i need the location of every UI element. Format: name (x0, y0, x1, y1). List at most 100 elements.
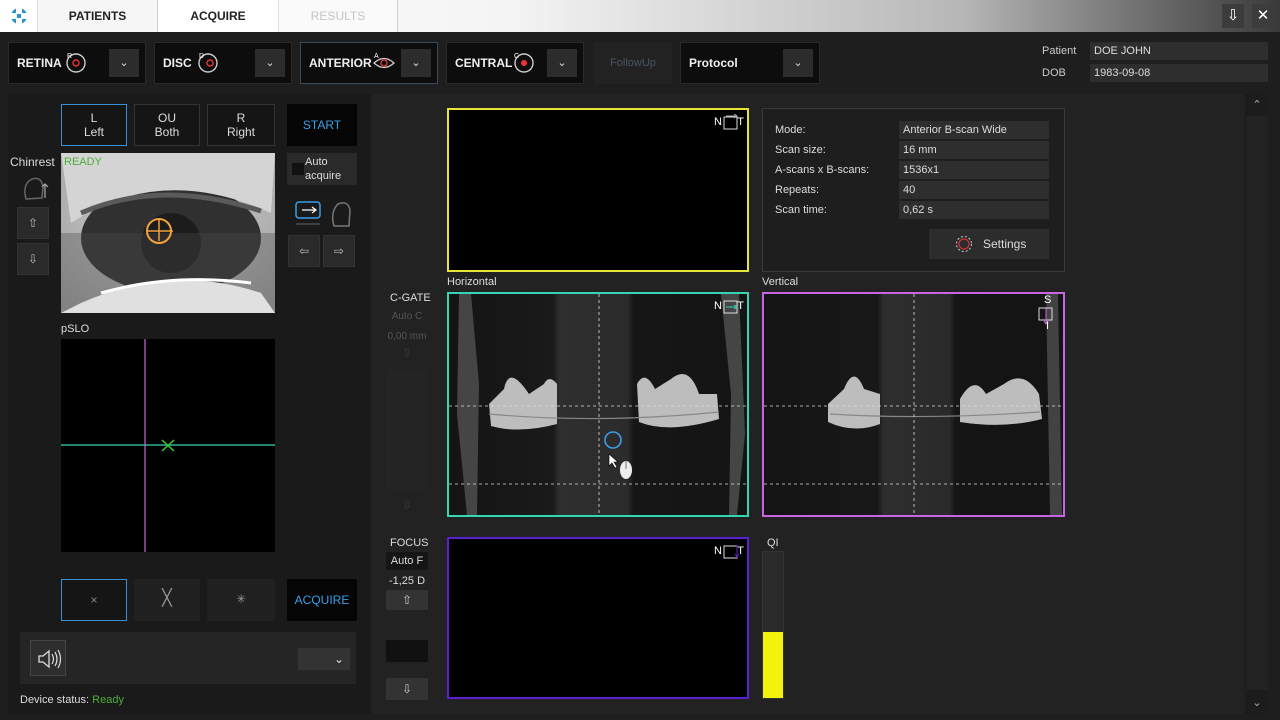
auto-c-button[interactable]: Auto C (386, 311, 428, 327)
orient-n-label: N (714, 545, 722, 557)
svg-text:D: D (199, 53, 204, 60)
quality-index-bar (762, 551, 784, 699)
mode-retina-button[interactable]: RETINA R ⌄ (8, 42, 146, 84)
svg-text:R: R (67, 53, 72, 60)
patient-label: Patient (1042, 45, 1077, 57)
focus-up-button[interactable]: ⇧ (386, 590, 428, 610)
chevron-down-icon[interactable]: ⌄ (109, 49, 139, 77)
live-camera-view: READY (61, 153, 275, 313)
svg-text:C: C (514, 53, 519, 60)
anterior-eye-icon: A (373, 53, 395, 69)
info-value: 0,62 s (899, 201, 1049, 219)
focus-slider-handle[interactable] (386, 640, 428, 662)
scan-info-panel: Mode: Anterior B-scan Wide Scan size: 16… (762, 108, 1065, 272)
close-icon[interactable]: ✕ (1252, 4, 1274, 28)
pslo-view (61, 339, 275, 552)
dob-field: 1983-09-08 (1090, 64, 1268, 82)
speaker-icon (38, 649, 62, 669)
chinrest-down-button[interactable]: ⇩ (17, 243, 49, 275)
scrollbar[interactable]: ⌃ ⌄ (1246, 94, 1268, 714)
scan-pattern-radial-button[interactable]: ✳ (207, 579, 275, 621)
cgate-down-button[interactable]: ⇩ (386, 498, 428, 514)
logo-icon (10, 7, 28, 25)
eye-left-button[interactable]: L Left (61, 104, 127, 146)
auto-acquire-toggle[interactable]: Auto acquire (287, 153, 357, 185)
speaker-button[interactable] (30, 640, 66, 676)
move-left-button[interactable]: ⇦ (288, 235, 320, 267)
eye-left-code: L (90, 111, 98, 125)
orientation-icon (723, 300, 738, 314)
device-status-label: Device status: (20, 694, 90, 706)
disc-icon: D (198, 53, 218, 73)
chinrest-head-icon (24, 177, 49, 200)
info-label: Mode: (775, 124, 806, 136)
app-logo (0, 0, 38, 32)
eye-both-button[interactable]: OU Both (134, 104, 200, 146)
mode-disc-button[interactable]: DISC D ⌄ (154, 42, 292, 84)
auto-acquire-checkbox[interactable] (292, 163, 304, 175)
cgate-up-button[interactable]: ⇧ (386, 346, 428, 362)
protocol-select[interactable]: Protocol ⌄ (680, 42, 820, 84)
bottom-preview-panel: N T (447, 537, 749, 699)
mode-central-button[interactable]: CENTRAL C ⌄ (446, 42, 584, 84)
chevron-down-icon[interactable]: ⌄ (401, 49, 431, 77)
qi-label: QI (767, 537, 779, 549)
horizontal-bscan-image (449, 294, 747, 515)
chinrest-up-button[interactable]: ⇧ (17, 207, 49, 239)
orient-n-label: N (714, 300, 722, 312)
orient-i-label: I (1046, 320, 1050, 332)
cgate-label: C-GATE (390, 292, 431, 304)
tab-results[interactable]: RESULTS (278, 0, 398, 32)
mode-label: DISC (163, 56, 192, 70)
focus-value: -1,25 D (388, 575, 426, 587)
mode-label: ANTERIOR (309, 56, 372, 70)
start-button[interactable]: START (287, 104, 357, 146)
auto-f-button[interactable]: Auto F (386, 552, 428, 570)
tab-patients[interactable]: PATIENTS (38, 0, 158, 32)
move-right-button[interactable]: ⇨ (323, 235, 355, 267)
eye-right-button[interactable]: R Right (207, 104, 275, 146)
info-label: Scan time: (775, 204, 827, 216)
horizontal-label: Horizontal (447, 276, 497, 288)
info-label: Scan size: (775, 144, 826, 156)
vertical-label: Vertical (762, 276, 799, 288)
eye-camera-image (61, 153, 275, 313)
scrollbar-track[interactable] (1246, 116, 1268, 690)
chevron-down-icon[interactable]: ⌄ (547, 49, 577, 77)
settings-label: Settings (983, 237, 1027, 251)
pslo-label: pSLO (61, 323, 90, 335)
auto-acquire-label-2: acquire (305, 170, 342, 182)
tab-acquire[interactable]: ACQUIRE (158, 0, 278, 32)
eye-both-label: Both (154, 125, 180, 139)
auto-acquire-label-1: Auto (305, 156, 328, 168)
followup-button[interactable]: FollowUp (594, 42, 672, 84)
focus-label: FOCUS (390, 537, 429, 549)
chevron-down-icon[interactable]: ⌄ (255, 49, 285, 77)
vertical-bscan-view[interactable]: S I (762, 292, 1065, 517)
horizontal-bscan-view[interactable]: N T (447, 292, 749, 517)
orientation-icon (723, 114, 738, 130)
mode-anterior-button[interactable]: ANTERIOR A ⌄ (300, 42, 438, 84)
vertical-bscan-image (764, 294, 1063, 515)
focus-down-button[interactable]: ⇩ (386, 678, 428, 700)
download-icon[interactable]: ⇩ (1222, 4, 1244, 28)
mode-label: CENTRAL (455, 56, 513, 70)
info-value: 1536x1 (899, 161, 1049, 179)
volume-select[interactable]: ⌄ (298, 648, 350, 670)
cgate-slider[interactable] (386, 370, 428, 490)
info-label: Repeats: (775, 184, 820, 196)
patient-name-field: DOE JOHN (1090, 42, 1268, 60)
pslo-crosshair (61, 339, 275, 552)
settings-button[interactable]: Settings (929, 229, 1049, 259)
eye-right-label: Right (226, 125, 255, 139)
chevron-up-icon[interactable]: ⌃ (1246, 94, 1268, 116)
acquire-button[interactable]: ACQUIRE (287, 579, 357, 621)
device-status-value: Ready (92, 694, 124, 706)
chevron-down-icon[interactable]: ⌄ (1246, 692, 1268, 714)
scan-pattern-cross-button[interactable]: ╳ (134, 579, 200, 621)
eye-left-label: Left (83, 125, 104, 139)
scan-pattern-line-button[interactable]: × (61, 579, 127, 621)
chevron-down-icon[interactable]: ⌄ (783, 49, 813, 77)
chinrest-label: Chinrest (10, 155, 55, 169)
alignment-icon (295, 201, 351, 227)
